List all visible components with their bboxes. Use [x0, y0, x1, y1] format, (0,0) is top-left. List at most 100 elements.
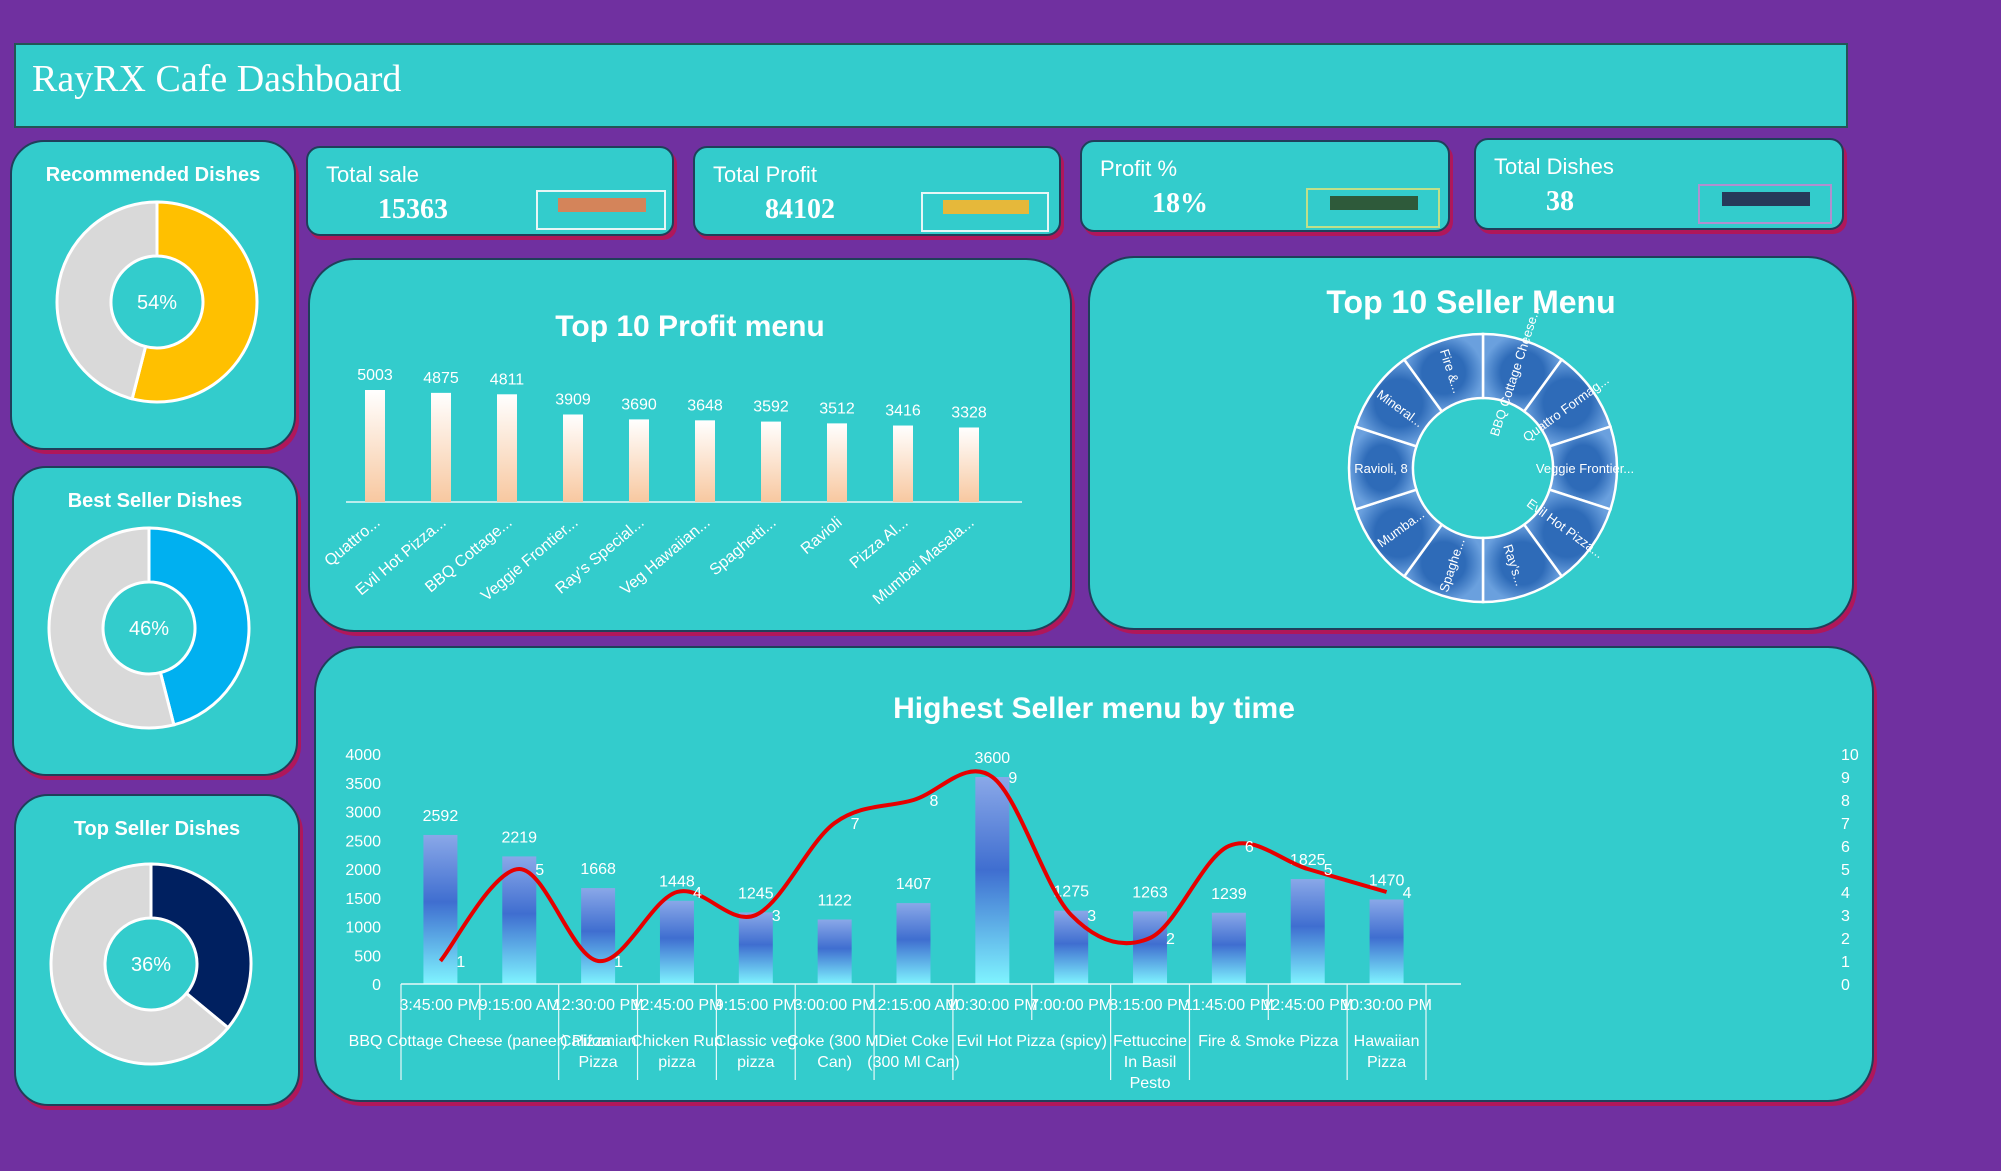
title-bar: RayRX Cafe Dashboard: [14, 43, 1848, 128]
y-tick-label: 0: [372, 977, 381, 994]
y2-tick-label: 5: [1841, 862, 1850, 879]
top-seller-menu-panel: Top 10 Seller Menu BBQ Cottage Cheese...…: [1088, 256, 1854, 630]
page-title: RayRX Cafe Dashboard: [32, 58, 402, 100]
time-label: 11:45:00 PM: [1184, 997, 1274, 1014]
kpi-bar-box: [1306, 188, 1440, 228]
y-tick-label: 2000: [345, 862, 381, 879]
seller-slice-label: Veggie Frontier...: [1536, 461, 1634, 476]
kpi-label: Total sale: [326, 162, 419, 187]
bar-value-label: 3600: [975, 750, 1011, 767]
bar-value-label: 3592: [753, 399, 789, 416]
category-label: Ravioli: [798, 514, 846, 558]
bar-value-label: 1263: [1132, 884, 1168, 901]
time-label: 3:00:00 PM: [794, 997, 876, 1014]
bar-value-label: 4875: [423, 370, 459, 387]
donut-center-label: 36%: [131, 954, 171, 976]
bar-value-label: 1668: [580, 861, 616, 878]
group-label: Fettuccine In Basil Pesto: [1113, 1033, 1187, 1092]
bar-value-label: 3416: [885, 403, 921, 420]
time-bar: [1369, 899, 1404, 984]
kpi-bar: [943, 200, 1029, 214]
line-value-label: 7: [851, 816, 860, 833]
kpi-profit-percent: Profit % 18%: [1080, 140, 1450, 232]
time-bar: [896, 903, 931, 984]
donut-chart: 46%: [47, 526, 251, 730]
group-label: Californian Pizza: [560, 1033, 636, 1071]
y-tick-label: 500: [354, 948, 381, 965]
kpi-total-profit: Total Profit 84102: [693, 146, 1061, 236]
y2-tick-label: 4: [1841, 885, 1850, 902]
top-profit-menu-panel: Top 10 Profit menu 5003 Quattro... 4875 Evi…: [308, 258, 1072, 632]
time-label: 8:15:00 PM: [1109, 997, 1191, 1014]
profit-bar: [695, 420, 715, 502]
recommended-dishes-panel: Recommended Dishes 54%: [10, 140, 296, 450]
line-value-label: 4: [693, 885, 702, 902]
bar-value-label: 1239: [1211, 886, 1247, 903]
donut-chart: 54%: [55, 200, 259, 404]
line-value-label: 1: [614, 954, 623, 971]
time-label: 3:45:00 PM: [400, 997, 482, 1014]
profit-bar: [365, 390, 385, 502]
profit-bar-chart: 5003Quattro...4875Evil Hot Pizza...4811B…: [322, 367, 1022, 608]
time-label: 12:15:00 AM: [869, 997, 959, 1014]
bar-value-label: 3648: [687, 397, 723, 414]
bar-value-label: 1407: [896, 876, 932, 893]
best-seller-dishes-panel: Best Seller Dishes 46%: [12, 466, 298, 776]
bar-value-label: 2592: [423, 808, 459, 825]
time-label: 7:00:00 PM: [1030, 997, 1112, 1014]
donut-center-label: 46%: [129, 618, 169, 640]
y-tick-label: 1500: [345, 891, 381, 908]
time-bar: [1290, 879, 1325, 984]
bar-value-label: 5003: [357, 367, 393, 384]
y2-tick-label: 6: [1841, 839, 1850, 856]
y-tick-label: 3000: [345, 805, 381, 822]
profit-bar: [827, 423, 847, 502]
time-bar: [738, 912, 773, 984]
kpi-value: 84102: [765, 194, 835, 225]
bar-value-label: 1122: [817, 892, 852, 909]
line-value-label: 3: [1087, 908, 1096, 925]
time-label: 9:15:00 AM: [479, 997, 560, 1014]
time-bar: [423, 834, 458, 984]
seller-donut-chart: BBQ Cottage Cheese...Quattro Formag...Ve…: [1347, 304, 1634, 604]
y2-tick-label: 9: [1841, 770, 1850, 787]
profit-bar: [959, 427, 979, 502]
time-bar: [1133, 911, 1168, 984]
category-label: Spaghetti...: [707, 514, 780, 579]
category-label: Quattro...: [322, 514, 384, 570]
bar-value-label: 1448: [659, 874, 695, 891]
bar-value-label: 3328: [951, 404, 987, 421]
donut-chart: 36%: [49, 862, 253, 1066]
group-label: Classic veg pizza: [715, 1033, 797, 1071]
line-value-label: 2: [1166, 931, 1175, 948]
line-value-label: 4: [1403, 885, 1412, 902]
kpi-total-dishes: Total Dishes 38: [1474, 138, 1844, 230]
time-bar: [1054, 910, 1089, 984]
time-label: 12:45:00 PM: [1262, 997, 1353, 1014]
kpi-bar-box: [1698, 184, 1832, 224]
line-value-label: 1: [456, 954, 465, 971]
line-value-label: 8: [930, 793, 939, 810]
time-label: 12:30:00 PM: [553, 997, 644, 1014]
kpi-value: 38: [1546, 186, 1574, 217]
donut-slice-value: [149, 862, 253, 1030]
donut-center-label: 54%: [137, 292, 177, 314]
time-label: 10:30:00 PM: [947, 997, 1038, 1014]
time-label: 12:45:00 PM: [632, 997, 723, 1014]
line-value-label: 5: [535, 862, 544, 879]
group-label: Hawaiian Pizza: [1354, 1033, 1420, 1071]
profit-bar: [893, 425, 913, 502]
kpi-bar: [1330, 196, 1418, 210]
time-bar: [817, 919, 852, 984]
bar-value-label: 3690: [621, 396, 657, 413]
kpi-bar: [1722, 192, 1810, 206]
y-tick-label: 1000: [345, 920, 381, 937]
y2-tick-label: 7: [1841, 816, 1850, 833]
kpi-bar: [558, 198, 646, 212]
kpi-label: Total Profit: [713, 162, 817, 187]
profit-bar: [761, 421, 781, 502]
time-label: 10:30:00 PM: [1341, 997, 1432, 1014]
group-label: Chicken Run pizza: [631, 1033, 723, 1071]
kpi-label: Total Dishes: [1494, 154, 1614, 179]
y-tick-label: 4000: [345, 747, 381, 764]
